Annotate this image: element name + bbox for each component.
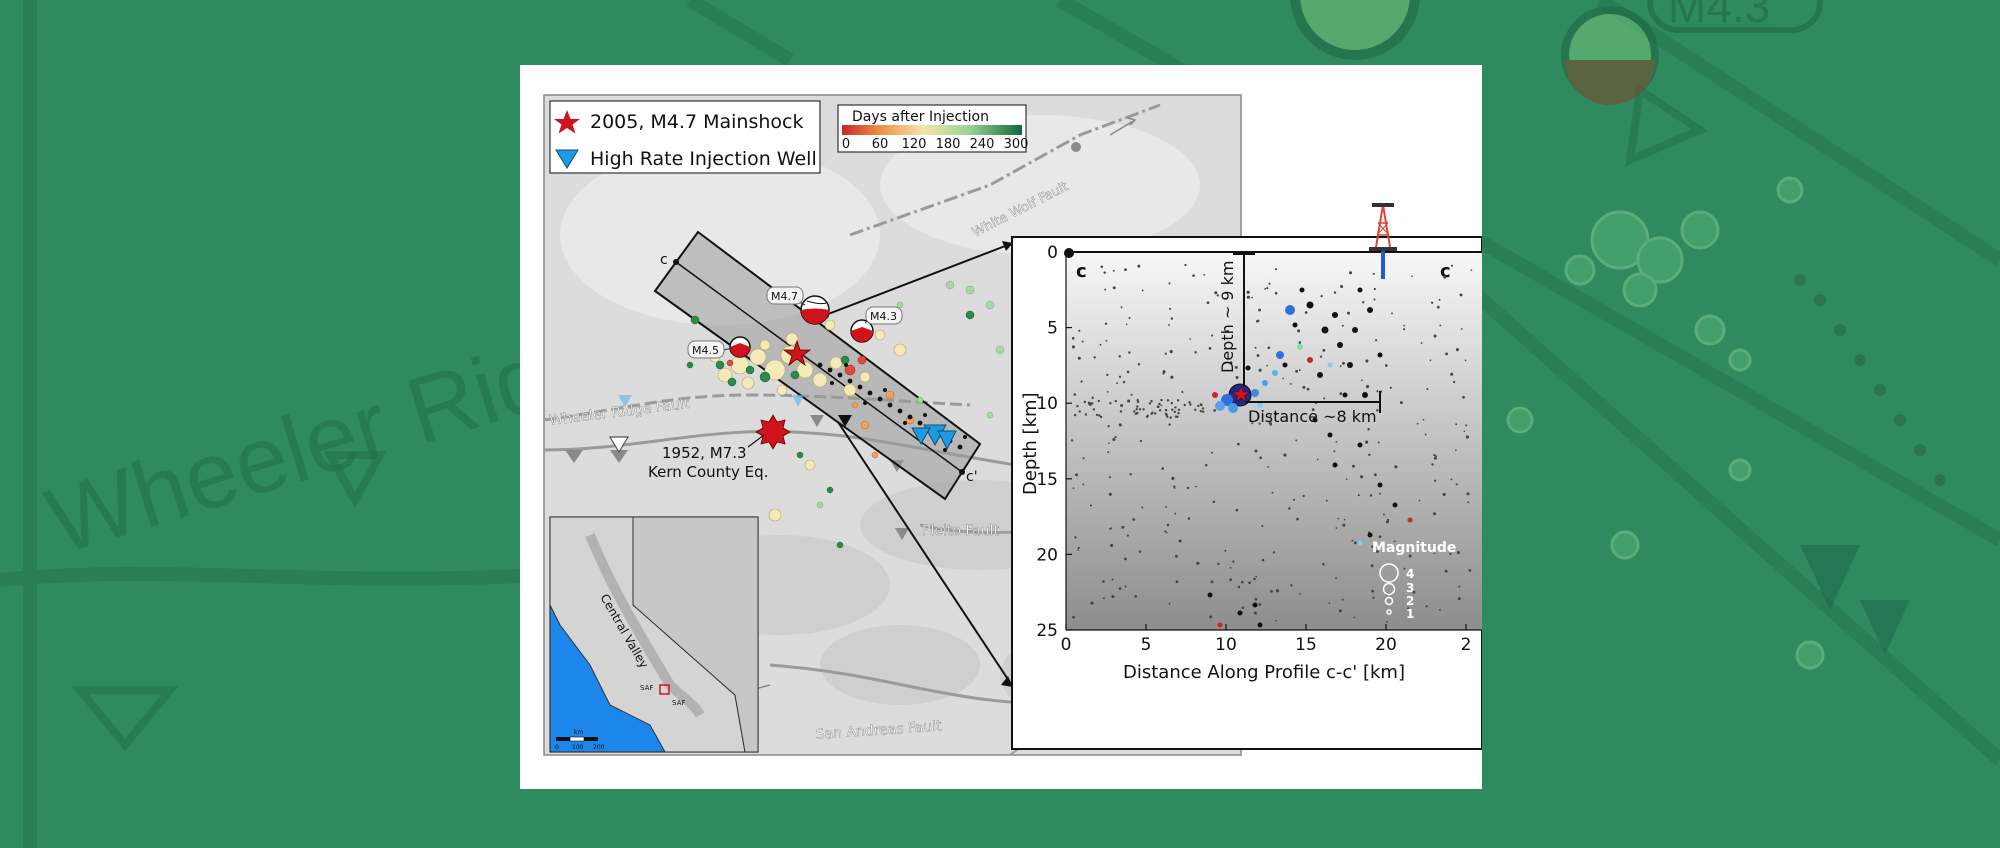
badge-m45: M4.5 — [687, 340, 725, 359]
inset-saf-b: SAF — [672, 699, 685, 707]
inset-scale-tick-0: 0 — [555, 744, 559, 751]
kern-quake-line1: 1952, M7.3 — [662, 444, 747, 462]
badge-m47-text: M4.7 — [771, 290, 798, 303]
colorbar-tick-180: 180 — [936, 137, 961, 152]
xs-xtick-2: 10 — [1215, 635, 1237, 655]
magnitude-2: 2 — [1406, 594, 1414, 608]
focal-mechanism-m45 — [729, 336, 751, 358]
kern-county-burst — [755, 414, 791, 450]
badge-m43-text: M4.3 — [870, 310, 897, 323]
legend: 2005, M4.7 Mainshock High Rate Injection… — [549, 100, 821, 174]
inset-scale-tick-2: 200 — [593, 744, 605, 751]
inset-saf-a: SAF — [640, 684, 653, 692]
xs-xtick-1: 5 — [1141, 635, 1152, 655]
figure: White Wolf Fault Wheeler Ridge Fault Ple… — [543, 94, 1482, 756]
legend-mainshock-label: 2005, M4.7 Mainshock — [590, 111, 803, 133]
kern-quake-line2: Kern County Eq. — [648, 463, 768, 481]
magnitude-4: 4 — [1406, 567, 1414, 581]
profile-label-end: c' — [966, 469, 978, 485]
xs-depth-annotation: Depth ~ 9 km — [1218, 261, 1237, 373]
xs-xlabel: Distance Along Profile c-c' [km] — [1123, 662, 1405, 683]
colorbar-tick-0: 0 — [842, 137, 850, 152]
profile-label-start: c — [660, 252, 668, 268]
focal-mechanism-m47 — [800, 295, 830, 325]
colorbar-tick-60: 60 — [872, 137, 889, 152]
xs-distance-annotation: Distance ~8 km — [1248, 407, 1377, 426]
xs-ylabel: Depth [km] — [1020, 392, 1041, 495]
xs-xtick-4: 20 — [1375, 635, 1397, 655]
xs-xtick-5: 2 — [1461, 635, 1472, 655]
background-badge-text: M4.3 — [1668, 0, 1770, 32]
colorbar-tick-120: 120 — [902, 137, 927, 152]
magnitude-legend-title: Magnitude — [1372, 540, 1456, 556]
badge-m47: M4.7 — [766, 286, 804, 305]
legend-well-label: High Rate Injection Well — [590, 148, 817, 170]
colorbar-title: Days after Injection — [852, 109, 989, 125]
figure-card: White Wolf Fault Wheeler Ridge Fault Ple… — [520, 65, 1482, 789]
xs-xtick-3: 15 — [1295, 635, 1317, 655]
fault-label-pleito: Pleito Fault — [922, 523, 999, 539]
colorbar: Days after Injection 0 60 120 180 240 300 — [837, 104, 1029, 153]
xs-xtick-0: 0 — [1061, 635, 1072, 655]
inset-map: Central Valley SAF SAF km 0 100 200 — [549, 516, 759, 753]
colorbar-tick-300: 300 — [1004, 137, 1029, 152]
xs-corner-right: c — [1440, 261, 1451, 282]
xs-ytick-20: 20 — [1036, 545, 1058, 565]
cross-section-panel: c c Depth ~ 9 km Distance ~8 km 05101520… — [1011, 203, 1482, 750]
xs-ytick-25: 25 — [1036, 621, 1058, 641]
colorbar-tick-240: 240 — [970, 137, 995, 152]
badge-m43: M4.3 — [865, 306, 903, 325]
xs-ytick-5: 5 — [1047, 319, 1058, 339]
xs-ytick-0: 0 — [1047, 243, 1058, 263]
magnitude-1: 1 — [1406, 607, 1414, 621]
badge-m45-text: M4.5 — [692, 344, 719, 357]
inset-scale-tick-1: 100 — [572, 744, 584, 751]
xs-corner-left: c — [1076, 261, 1087, 282]
magnitude-3: 3 — [1406, 581, 1414, 595]
inset-scale-title: km — [574, 729, 583, 736]
